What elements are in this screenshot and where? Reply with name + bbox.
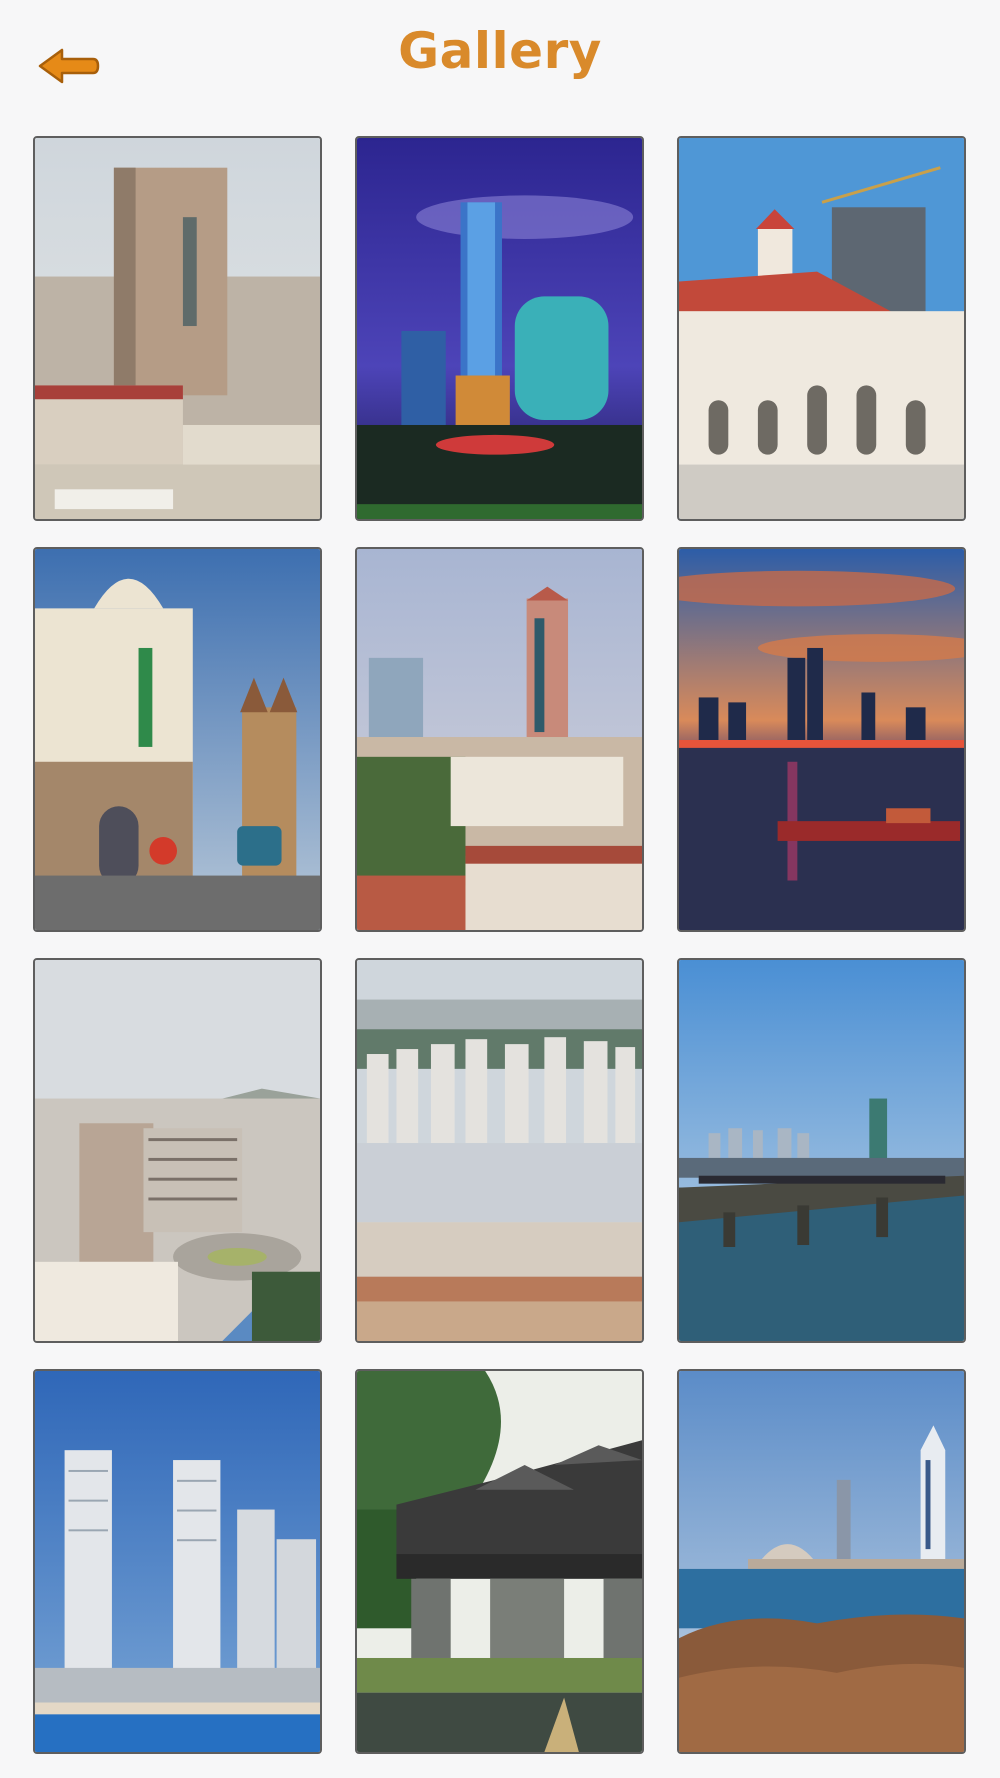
gallery-photo[interactable]	[677, 136, 966, 521]
photo-rocky-shore	[679, 1371, 964, 1752]
gallery-photo[interactable]	[677, 547, 966, 932]
gallery-photo[interactable]	[355, 136, 644, 521]
photo-old-town-street	[35, 549, 320, 930]
gallery-photo[interactable]	[677, 1369, 966, 1754]
photo-colonial-station	[679, 138, 964, 519]
gallery-photo[interactable]	[677, 958, 966, 1343]
gallery-photo[interactable]	[33, 136, 322, 521]
gallery-photo[interactable]	[355, 958, 644, 1343]
photo-tv-tower-city	[357, 549, 642, 930]
gallery-photo[interactable]	[33, 958, 322, 1343]
photo-wooden-bridge	[357, 1371, 642, 1752]
photo-sunset-harbor	[679, 549, 964, 930]
photo-modern-towers	[35, 1371, 320, 1752]
photo-residential-towers	[357, 960, 642, 1341]
gallery-photo[interactable]	[355, 1369, 644, 1754]
photo-grid	[33, 136, 968, 1754]
photo-pier-skyline	[679, 960, 964, 1341]
photo-office-plaza	[35, 960, 320, 1341]
gallery-photo[interactable]	[355, 547, 644, 932]
page-title: Gallery	[398, 22, 602, 80]
photo-night-skyscrapers	[357, 138, 642, 519]
gallery-photo[interactable]	[33, 547, 322, 932]
photo-hotel-tower	[35, 138, 320, 519]
app-header: Gallery	[0, 0, 1000, 130]
gallery-photo[interactable]	[33, 1369, 322, 1754]
